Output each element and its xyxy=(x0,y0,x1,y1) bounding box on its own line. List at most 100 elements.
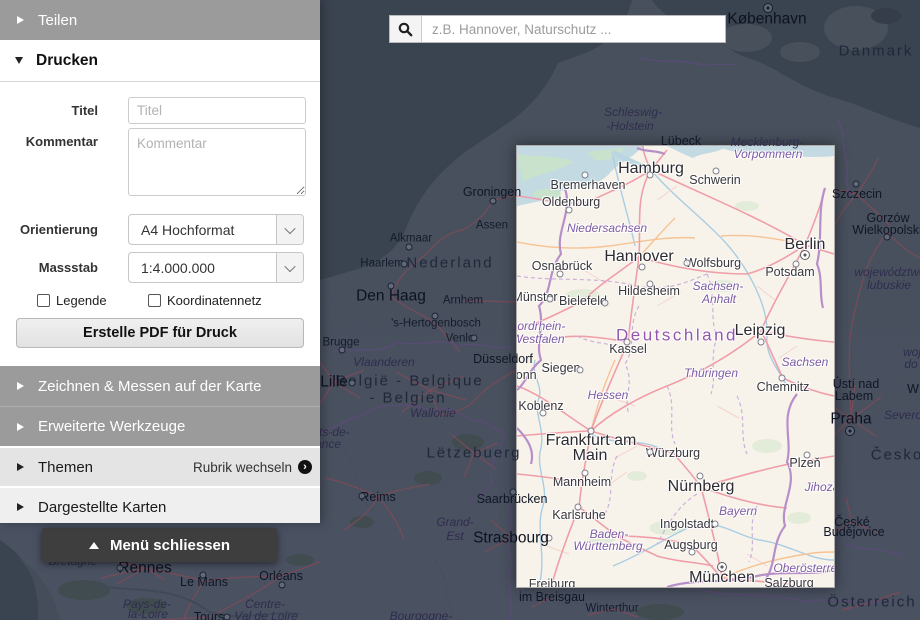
preview-label-layer: HamburgBremerhavenOldenburgSchwerinVorpo… xyxy=(517,146,834,587)
map-label: Sachsen- xyxy=(693,280,744,292)
themen-label: Themen xyxy=(38,459,93,476)
map-label: Nordrhein- xyxy=(516,320,565,332)
chevron-right-icon xyxy=(17,463,24,471)
city-marker xyxy=(546,535,553,542)
map-label: Oberösterreich xyxy=(773,562,835,574)
map-label: Bielefeld xyxy=(559,295,607,308)
city-marker xyxy=(712,521,719,528)
sidebar-item-dargestellte-karten[interactable]: Dargestellte Karten xyxy=(0,486,320,523)
sidebar: Teilen Drucken Titel Kommentar Orientier… xyxy=(0,0,320,523)
arrow-right-circle-icon: › xyxy=(298,460,312,474)
chevron-right-icon xyxy=(17,16,24,24)
city-marker xyxy=(713,168,720,175)
scale-field-label: Massstab xyxy=(0,260,98,275)
map-label: Potsdam xyxy=(765,266,814,279)
map-label: Plzeň xyxy=(789,457,820,470)
orientation-select[interactable]: A4 Hochformat xyxy=(128,214,304,245)
city-marker xyxy=(577,367,584,374)
sidebar-item-erweiterte-werkzeuge[interactable]: Erweiterte Werkzeuge xyxy=(0,406,320,446)
map-label: Hessen xyxy=(588,389,629,401)
comment-textarea[interactable] xyxy=(128,128,306,196)
erweiterte-label: Erweiterte Werkzeuge xyxy=(38,418,185,435)
city-marker xyxy=(547,296,554,303)
create-pdf-button[interactable]: Erstelle PDF für Druck xyxy=(16,318,304,348)
map-label: Siegen xyxy=(542,362,581,375)
legend-checkbox[interactable] xyxy=(37,294,50,307)
coordinate-grid-label: Koordinatennetz xyxy=(167,293,262,308)
map-label: Württemberg xyxy=(573,540,642,552)
select-arrow-cap xyxy=(276,253,303,282)
chevron-up-icon xyxy=(89,542,99,549)
search-bar xyxy=(389,15,726,43)
print-preview-area[interactable]: HamburgBremerhavenOldenburgSchwerinVorpo… xyxy=(516,145,835,588)
map-label: Chemnitz xyxy=(757,381,810,394)
search-button[interactable] xyxy=(390,16,422,42)
search-input[interactable] xyxy=(422,16,725,42)
map-label: Main xyxy=(573,448,608,464)
city-marker xyxy=(647,281,654,288)
map-label: Wolfsburg xyxy=(685,257,741,270)
map-label: Mannheim xyxy=(553,476,611,489)
app-window: HamburgBremerhavenOldenburgSchwerinVorpo… xyxy=(0,0,920,620)
chevron-right-icon xyxy=(17,382,24,390)
map-label: Schwerin xyxy=(689,174,740,187)
map-label: Hannover xyxy=(604,249,673,265)
capital-marker xyxy=(800,250,810,260)
city-marker xyxy=(624,339,631,346)
sidebar-item-themen[interactable]: Themen Rubrik wechseln › xyxy=(0,446,320,486)
capital-marker xyxy=(717,562,727,572)
map-label: Bremerhaven xyxy=(550,179,625,192)
city-marker xyxy=(793,261,800,268)
zeichnen-label: Zeichnen & Messen auf der Karte xyxy=(38,378,261,395)
city-marker xyxy=(557,271,564,278)
map-label: Salzburg xyxy=(764,577,813,588)
city-marker xyxy=(647,449,654,456)
chevron-down-icon xyxy=(15,57,23,64)
map-label: Freiburg xyxy=(529,578,576,588)
rubrik-wechseln-label: Rubrik wechseln xyxy=(193,460,292,475)
city-marker xyxy=(804,452,811,459)
map-label: Thüringen xyxy=(684,367,738,379)
title-input[interactable] xyxy=(128,97,306,124)
map-label: Westfalen xyxy=(516,333,565,345)
map-label: München xyxy=(689,570,755,586)
map-label: Jihozápad xyxy=(805,481,835,493)
dargestellte-label: Dargestellte Karten xyxy=(38,499,166,516)
city-marker xyxy=(566,207,573,214)
city-marker xyxy=(647,172,654,179)
city-marker xyxy=(684,260,691,267)
menu-close-button[interactable]: Menü schliessen xyxy=(42,528,277,562)
drucken-label: Drucken xyxy=(36,52,98,70)
chevron-right-icon xyxy=(17,423,24,431)
map-label: Vorpommern xyxy=(734,148,803,160)
scale-value: 1:4.000.000 xyxy=(129,253,276,282)
rubrik-wechseln-link[interactable]: Rubrik wechseln › xyxy=(193,460,320,475)
map-label: Niedersachsen xyxy=(567,222,647,234)
search-icon xyxy=(398,22,413,37)
orientation-field-label: Orientierung xyxy=(0,222,98,237)
map-label: Anhalt xyxy=(702,293,736,305)
sidebar-item-drucken[interactable]: Drucken xyxy=(0,40,320,82)
chevron-right-icon xyxy=(17,503,24,511)
city-marker xyxy=(697,473,704,480)
coordinate-grid-checkbox[interactable] xyxy=(148,294,161,307)
map-label: Leipzig xyxy=(735,323,786,339)
map-label: Ingolstadt xyxy=(660,518,714,531)
city-marker xyxy=(582,470,589,477)
city-marker xyxy=(639,264,646,271)
chevron-down-icon xyxy=(284,260,295,271)
scale-select[interactable]: 1:4.000.000 xyxy=(128,252,304,283)
legend-label: Legende xyxy=(56,293,107,308)
map-label: Bayern xyxy=(719,505,757,517)
sidebar-item-zeichnen[interactable]: Zeichnen & Messen auf der Karte xyxy=(0,366,320,406)
comment-field-label: Kommentar xyxy=(0,134,98,149)
print-form: Titel Kommentar Orientierung A4 Hochform… xyxy=(0,82,320,366)
title-field-label: Titel xyxy=(0,103,98,118)
city-marker xyxy=(575,504,582,511)
sidebar-item-teilen[interactable]: Teilen xyxy=(0,0,320,40)
city-marker xyxy=(540,410,547,417)
menu-close-label: Menü schliessen xyxy=(110,537,230,554)
map-label: Würzburg xyxy=(646,447,700,460)
map-label: Nürnberg xyxy=(668,479,735,495)
city-marker xyxy=(582,172,589,179)
